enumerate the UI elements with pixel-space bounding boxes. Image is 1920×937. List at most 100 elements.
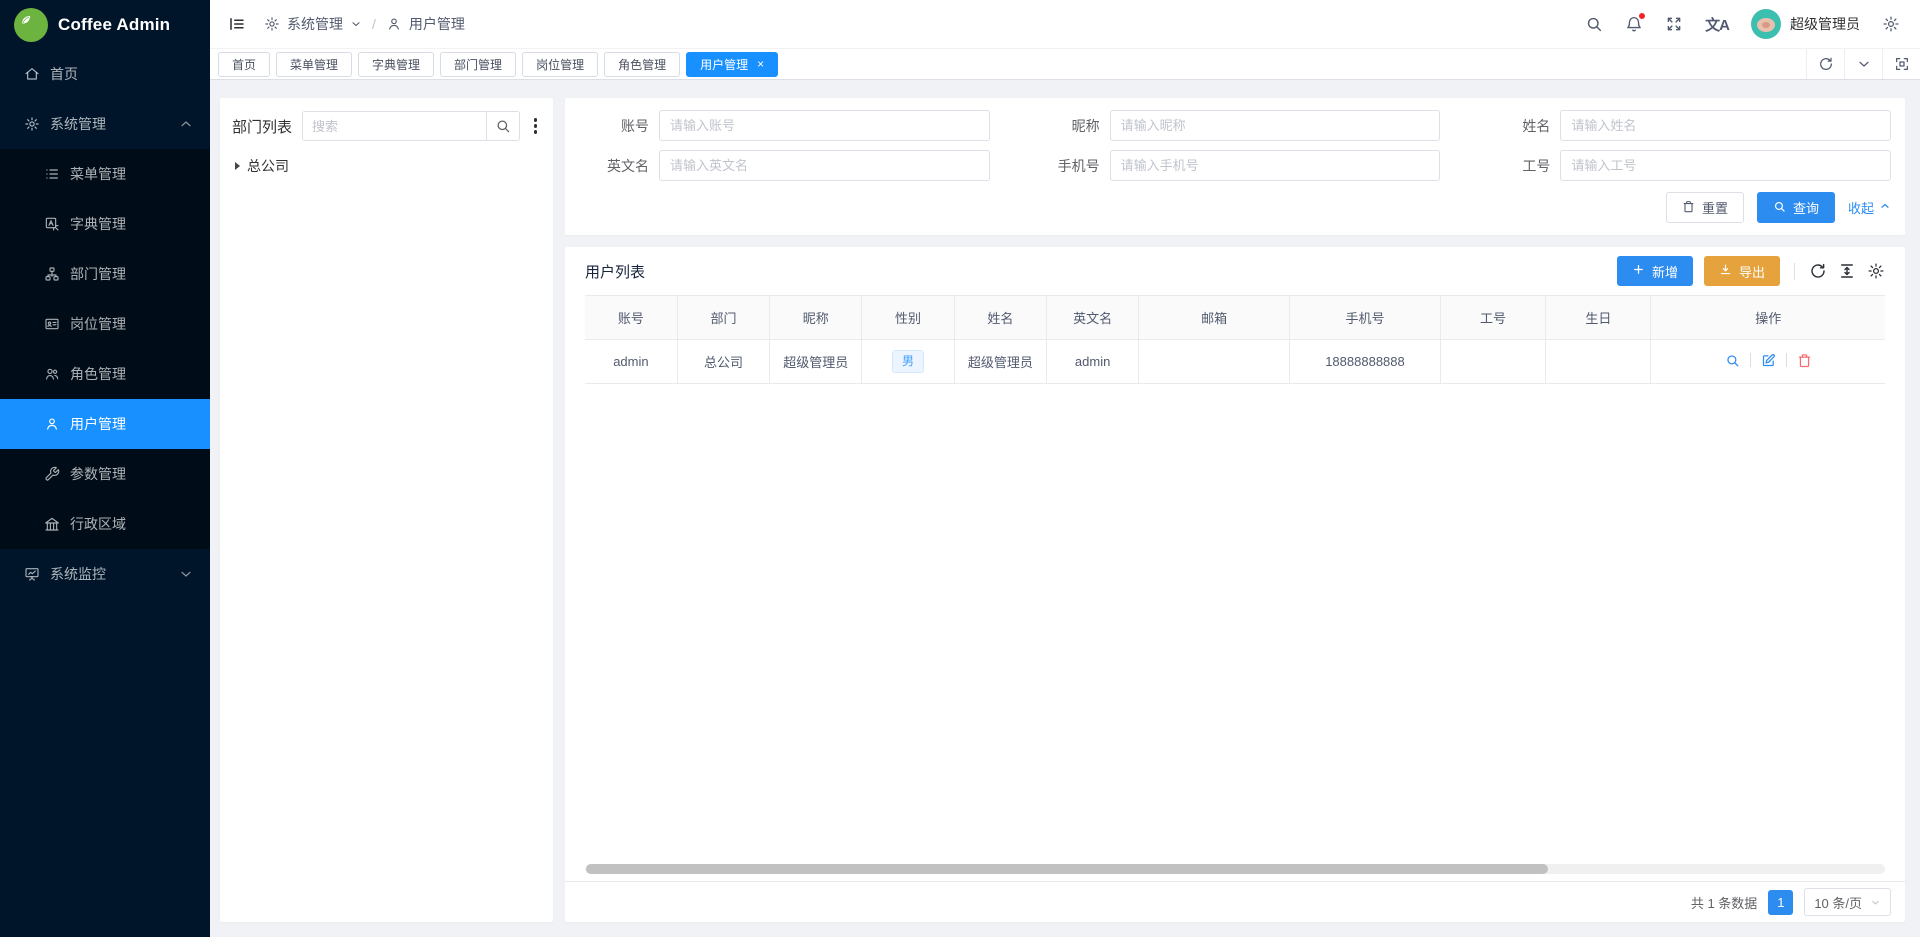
sidebar-item-department-management[interactable]: 部门管理 — [0, 249, 210, 299]
gear-icon — [24, 116, 40, 132]
sidebar-item-role-management[interactable]: 角色管理 — [0, 349, 210, 399]
reset-button[interactable]: 重置 — [1666, 192, 1744, 223]
sidebar-item-label: 首页 — [50, 64, 78, 84]
field-label: 昵称 — [1016, 116, 1110, 136]
row-actions — [1725, 353, 1812, 368]
export-button[interactable]: 导出 — [1704, 256, 1780, 286]
column-settings-gear-icon[interactable] — [1867, 262, 1885, 280]
edit-button[interactable] — [1761, 353, 1776, 368]
collapse-form-link[interactable]: 收起 — [1848, 198, 1891, 217]
field-phone: 手机号 — [1016, 150, 1441, 181]
more-options-icon[interactable] — [530, 116, 542, 136]
notification-badge — [1638, 12, 1646, 20]
tree-node-root[interactable]: 总公司 — [232, 156, 541, 176]
download-icon — [1719, 263, 1732, 279]
col-name: 姓名 — [954, 296, 1046, 340]
delete-button[interactable] — [1797, 353, 1812, 368]
nickname-input[interactable] — [1110, 110, 1441, 141]
sidebar-item-system-management[interactable]: 系统管理 — [0, 99, 210, 149]
field-label: 英文名 — [565, 156, 659, 176]
search-icon — [1773, 200, 1786, 216]
sidebar-menu: 首页 系统管理 菜单管理 字典管理 部门管理 — [0, 49, 210, 599]
chevron-up-icon — [178, 116, 194, 132]
chevron-up-icon — [1879, 200, 1891, 215]
plus-icon — [1632, 263, 1645, 279]
export-label: 导出 — [1739, 262, 1765, 281]
user-menu[interactable]: 超级管理员 — [1751, 9, 1860, 39]
sidebar-item-user-management[interactable]: 用户管理 — [0, 399, 210, 449]
sidebar-item-post-management[interactable]: 岗位管理 — [0, 299, 210, 349]
horizontal-scrollbar — [585, 864, 1885, 874]
cell-actions — [1651, 340, 1885, 384]
cell-birthday — [1546, 340, 1651, 384]
page-size-select[interactable]: 10 条/页 — [1804, 888, 1891, 916]
cell-phone: 18888888888 — [1290, 340, 1441, 384]
chevron-down-icon[interactable] — [1844, 49, 1882, 79]
user-icon — [386, 16, 402, 32]
refresh-icon[interactable] — [1809, 262, 1827, 280]
tab-home[interactable]: 首页 — [218, 52, 270, 77]
sidebar-item-menu-management[interactable]: 菜单管理 — [0, 149, 210, 199]
tab-department-management[interactable]: 部门管理 — [440, 52, 516, 77]
app-logo: Coffee Admin — [0, 0, 210, 49]
row-height-icon[interactable] — [1838, 262, 1856, 280]
close-icon[interactable]: × — [757, 58, 764, 70]
english-name-input[interactable] — [659, 150, 990, 181]
tree-search-button[interactable] — [486, 112, 519, 140]
tab-label: 字典管理 — [372, 56, 420, 73]
add-user-button[interactable]: 新增 — [1617, 256, 1693, 286]
tree-panel-header: 部门列表 — [232, 111, 541, 141]
refresh-icon[interactable] — [1806, 49, 1844, 79]
pagination-total: 共 1 条数据 — [1691, 893, 1757, 912]
department-tree-panel: 部门列表 总公司 — [220, 98, 553, 922]
tab-user-management[interactable]: 用户管理 × — [686, 52, 778, 77]
sidebar-item-parameter-management[interactable]: 参数管理 — [0, 449, 210, 499]
notification-bell-icon[interactable] — [1625, 15, 1643, 33]
reset-label: 重置 — [1702, 198, 1728, 217]
search-form-actions: 重置 查询 收起 — [565, 192, 1891, 223]
breadcrumb-level1[interactable]: 系统管理 — [287, 14, 343, 34]
tab-dictionary-management[interactable]: 字典管理 — [358, 52, 434, 77]
tab-label: 角色管理 — [618, 56, 666, 73]
search-form-grid: 账号 昵称 姓名 英文名 — [565, 110, 1891, 181]
work-no-input[interactable] — [1560, 150, 1891, 181]
cell-account: admin — [585, 340, 677, 384]
sidebar-item-admin-region[interactable]: 行政区域 — [0, 499, 210, 549]
table-empty-area — [585, 384, 1885, 864]
sidebar-item-dictionary-management[interactable]: 字典管理 — [0, 199, 210, 249]
sidebar-item-label: 系统监控 — [50, 564, 106, 584]
user-list-card: 用户列表 新增 导出 — [565, 247, 1905, 922]
col-account: 账号 — [585, 296, 677, 340]
scrollbar-thumb[interactable] — [586, 864, 1548, 874]
tab-menu-management[interactable]: 菜单管理 — [276, 52, 352, 77]
account-input[interactable] — [659, 110, 990, 141]
tab-post-management[interactable]: 岗位管理 — [522, 52, 598, 77]
settings-gear-icon[interactable] — [1882, 15, 1900, 33]
sidebar-item-system-monitor[interactable]: 系统监控 — [0, 549, 210, 599]
caret-right-icon[interactable] — [235, 162, 240, 170]
chevron-down-icon — [178, 566, 194, 582]
chevron-down-icon[interactable] — [350, 18, 362, 30]
sidebar-item-home[interactable]: 首页 — [0, 49, 210, 99]
pagination: 共 1 条数据 1 10 条/页 — [565, 881, 1905, 922]
query-button[interactable]: 查询 — [1757, 192, 1835, 223]
tab-role-management[interactable]: 角色管理 — [604, 52, 680, 77]
translate-icon[interactable]: 文A — [1705, 14, 1729, 35]
fullscreen-icon[interactable] — [1665, 15, 1683, 33]
sidebar-item-label: 参数管理 — [70, 464, 126, 484]
user-icon — [44, 416, 60, 432]
search-icon[interactable] — [1585, 15, 1603, 33]
field-account: 账号 — [565, 110, 990, 141]
top-header: 系统管理 / 用户管理 文A 超级管理员 — [210, 0, 1920, 49]
maximize-icon[interactable] — [1882, 49, 1920, 79]
table-header-row: 账号 部门 昵称 性别 姓名 英文名 邮箱 手机号 工号 生日 操作 — [585, 296, 1885, 340]
tree-search-input[interactable] — [303, 112, 485, 140]
col-nickname: 昵称 — [770, 296, 862, 340]
page-number-button[interactable]: 1 — [1768, 890, 1793, 915]
view-button[interactable] — [1725, 353, 1740, 368]
phone-input[interactable] — [1110, 150, 1441, 181]
field-english-name: 英文名 — [565, 150, 990, 181]
name-input[interactable] — [1560, 110, 1891, 141]
sidebar-collapse-icon[interactable] — [228, 15, 246, 33]
sidebar-submenu-system: 菜单管理 字典管理 部门管理 岗位管理 角色管理 — [0, 149, 210, 549]
